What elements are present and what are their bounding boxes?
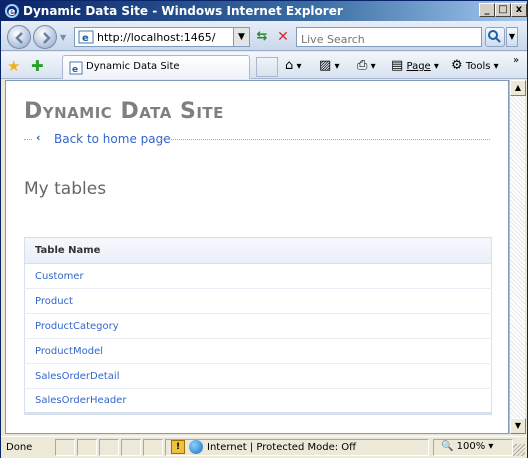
zoom-magnifier-icon: 🔍 (441, 441, 454, 452)
maximize-button[interactable]: □ (495, 3, 511, 17)
scroll-down-icon[interactable]: ▼ (510, 418, 526, 434)
vertical-scrollbar[interactable]: ▲ ▼ (509, 80, 526, 434)
table-row: ProductCategory (24, 313, 492, 339)
browser-window: e Dynamic Data Site - Windows Internet E… (0, 0, 528, 458)
table-link[interactable]: ProductCategory (24, 313, 492, 339)
search-input[interactable] (297, 30, 477, 49)
favorites-star-icon[interactable]: ★ (7, 57, 20, 75)
toolbar-overflow-button[interactable]: » (513, 55, 519, 66)
scroll-up-icon[interactable]: ▲ (510, 80, 526, 96)
home-icon: ⌂ (285, 58, 294, 73)
recent-pages-dropdown-icon[interactable]: ▼ (60, 33, 66, 42)
page-menu-icon: ▤ (391, 58, 404, 73)
forward-button[interactable] (33, 25, 57, 49)
tab-page-icon: e (69, 61, 83, 75)
tab-command-bar: ★ ✚ e Dynamic Data Site ⌂ ▾ ▨ ▾ ⎙ ▾ ▤ Pa… (1, 52, 527, 79)
printer-icon: ⎙ (357, 58, 368, 73)
gear-icon: ⚙ (451, 58, 463, 73)
close-button[interactable]: x (511, 3, 527, 17)
table-row: SalesOrderDetail (24, 363, 492, 389)
table-row: ProductModel (24, 338, 492, 364)
page-content: Dynamic Data Site ‹ Back to home page My… (5, 80, 509, 434)
status-pane (55, 439, 75, 456)
ie-logo-icon: e (5, 4, 19, 18)
refresh-icon[interactable]: ⇆ (253, 28, 271, 46)
back-navigation: ‹ Back to home page (24, 131, 490, 147)
svg-text:e: e (72, 65, 78, 75)
status-bar: Done ! Internet | Protected Mode: Off 🔍 1… (1, 436, 527, 458)
table-link[interactable]: SalesOrderHeader (24, 388, 492, 415)
tools-menu[interactable]: ⚙ Tools ▾ (451, 58, 499, 73)
globe-icon (189, 440, 203, 454)
print-button[interactable]: ⎙ ▾ (357, 58, 376, 73)
back-button[interactable] (7, 25, 31, 49)
table-link[interactable]: SalesOrderDetail (24, 363, 492, 389)
column-header-table-name: Table Name (24, 237, 492, 264)
tab-active[interactable]: e Dynamic Data Site (62, 55, 250, 79)
tables-grid: Table Name Customer Product ProductCateg… (24, 237, 492, 415)
new-tab-button[interactable] (256, 57, 278, 77)
search-icon (488, 30, 501, 43)
address-toolbar: ▼ e http://localhost:1465/ ▼ ⇆ ✕ ▼ (1, 21, 527, 51)
table-link[interactable]: Customer (24, 263, 492, 289)
divider (160, 139, 490, 140)
tab-label: Dynamic Data Site (86, 61, 180, 72)
tools-menu-label: Tools (465, 61, 491, 72)
home-button[interactable]: ⌂ ▾ (285, 58, 301, 73)
table-link[interactable]: ProductModel (24, 338, 492, 364)
search-box[interactable] (296, 27, 482, 49)
security-zone[interactable]: ! Internet | Protected Mode: Off (171, 440, 356, 454)
page-menu[interactable]: ▤ Page ▾ (391, 58, 439, 73)
search-button[interactable] (485, 27, 505, 47)
stop-icon[interactable]: ✕ (274, 28, 292, 46)
status-text: Done (6, 442, 33, 453)
rss-feed-icon: ▨ (319, 58, 332, 73)
svg-text:e: e (8, 5, 15, 18)
page-icon: e (78, 30, 94, 44)
table-row: Product (24, 288, 492, 314)
status-pane (77, 439, 97, 456)
title-bar[interactable]: e Dynamic Data Site - Windows Internet E… (1, 1, 527, 21)
divider (24, 139, 32, 140)
feeds-button[interactable]: ▨ ▾ (319, 58, 340, 73)
address-url: http://localhost:1465/ (97, 31, 216, 44)
page-menu-label: Page (406, 61, 431, 72)
search-options-dropdown-icon[interactable]: ▼ (506, 27, 518, 47)
warning-icon: ! (171, 440, 185, 454)
chevron-left-icon: ‹ (36, 131, 41, 144)
address-dropdown-icon[interactable]: ▼ (233, 28, 249, 46)
status-pane (121, 439, 141, 456)
minimize-button[interactable]: _ (479, 3, 495, 17)
table-link[interactable]: Product (24, 288, 492, 314)
back-to-home-link[interactable]: Back to home page (54, 132, 171, 146)
add-favorites-icon[interactable]: ✚ (31, 57, 44, 75)
status-pane (143, 439, 163, 456)
site-title: Dynamic Data Site (24, 99, 224, 124)
svg-text:e: e (82, 33, 89, 44)
zoom-level[interactable]: 🔍 100% ▾ (441, 441, 493, 452)
zone-label: Internet | Protected Mode: Off (207, 442, 357, 453)
address-bar[interactable]: e http://localhost:1465/ ▼ (74, 27, 250, 47)
forward-arrow-icon (43, 32, 51, 44)
window-title: Dynamic Data Site - Windows Internet Exp… (23, 4, 343, 18)
status-pane (99, 439, 119, 456)
back-arrow-icon (15, 32, 23, 44)
section-title: My tables (24, 179, 107, 199)
table-row: SalesOrderHeader (24, 388, 492, 415)
zoom-label: 100% (456, 441, 486, 452)
resize-grip-icon[interactable] (513, 444, 525, 456)
table-row: Customer (24, 263, 492, 289)
table-header-row: Table Name (24, 237, 492, 264)
